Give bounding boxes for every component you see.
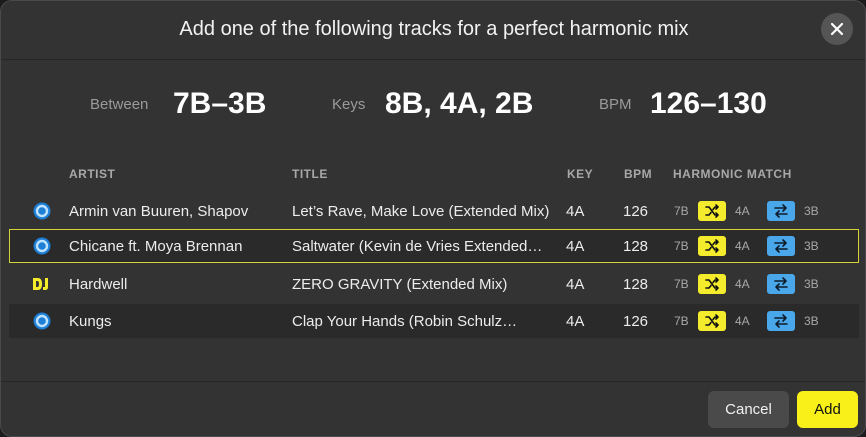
track-artist: Armin van Buuren, Shapov	[69, 203, 249, 220]
shuffle-button[interactable]	[698, 274, 726, 294]
close-button[interactable]	[821, 13, 853, 45]
match-mid-key: 4A	[735, 239, 750, 253]
column-key[interactable]: KEY	[567, 167, 593, 181]
between-label: Between	[90, 96, 149, 113]
harmonic-mix-dialog: Add one of the following tracks for a pe…	[0, 0, 866, 437]
beatport-icon	[33, 237, 51, 255]
track-key: 4A	[566, 238, 585, 255]
match-mid-key: 4A	[735, 314, 750, 328]
close-icon	[830, 22, 844, 36]
harmonic-match: 7B 4A 3B	[674, 201, 854, 221]
harmonic-match: 7B 4A 3B	[674, 274, 854, 294]
track-title: Let’s Rave, Make Love (Extended Mix)	[292, 203, 550, 220]
column-harmonic-match[interactable]: HARMONIC MATCH	[673, 167, 792, 181]
shuffle-button[interactable]	[698, 236, 726, 256]
track-bpm: 126	[623, 313, 649, 330]
match-from-key: 7B	[674, 204, 689, 218]
match-from-key: 7B	[674, 277, 689, 291]
shuffle-icon	[705, 277, 719, 291]
shuffle-button[interactable]	[698, 311, 726, 331]
match-to-key: 3B	[804, 277, 819, 291]
track-artist: Kungs	[69, 313, 112, 330]
cancel-button[interactable]: Cancel	[708, 391, 789, 428]
shuffle-button[interactable]	[698, 201, 726, 221]
harmonic-match: 7B 4A 3B	[674, 236, 854, 256]
bpm-value: 126–130	[650, 87, 767, 120]
swap-arrows-icon	[774, 314, 788, 328]
track-title: ZERO GRAVITY (Extended Mix)	[292, 276, 508, 293]
match-mid-key: 4A	[735, 204, 750, 218]
keys-label: Keys	[332, 96, 366, 113]
beatport-icon	[33, 312, 51, 330]
swap-button[interactable]	[767, 236, 795, 256]
table-row[interactable]: Hardwell ZERO GRAVITY (Extended Mix) 4A …	[9, 267, 859, 301]
dialog-header: Add one of the following tracks for a pe…	[1, 1, 865, 60]
track-artist: Chicane ft. Moya Brennan	[69, 238, 243, 255]
keys-value: 8B, 4A, 2B	[385, 87, 534, 120]
bpm-label: BPM	[599, 96, 632, 113]
swap-button[interactable]	[767, 274, 795, 294]
column-bpm[interactable]: BPM	[624, 167, 652, 181]
track-bpm: 128	[623, 238, 649, 255]
table-row[interactable]: Chicane ft. Moya Brennan Saltwater (Kevi…	[9, 229, 859, 263]
column-title[interactable]: TITLE	[292, 167, 328, 181]
match-to-key: 3B	[804, 314, 819, 328]
track-key: 4A	[566, 276, 585, 293]
dj-logo-icon	[33, 278, 48, 290]
shuffle-icon	[705, 314, 719, 328]
table-row[interactable]: Armin van Buuren, Shapov Let’s Rave, Mak…	[9, 194, 859, 228]
swap-button[interactable]	[767, 201, 795, 221]
track-key: 4A	[566, 203, 585, 220]
dialog-title: Add one of the following tracks for a pe…	[179, 18, 689, 40]
match-from-key: 7B	[674, 239, 689, 253]
shuffle-icon	[705, 239, 719, 253]
match-mid-key: 4A	[735, 277, 750, 291]
swap-arrows-icon	[774, 239, 788, 253]
track-key: 4A	[566, 313, 585, 330]
table-row[interactable]: Kungs Clap Your Hands (Robin Schulz… 4A …	[9, 304, 859, 338]
match-to-key: 3B	[804, 239, 819, 253]
between-value: 7B–3B	[173, 87, 267, 120]
swap-arrows-icon	[774, 277, 788, 291]
add-button[interactable]: Add	[797, 391, 858, 428]
shuffle-icon	[705, 204, 719, 218]
match-from-key: 7B	[674, 314, 689, 328]
track-bpm: 128	[623, 276, 649, 293]
track-title: Saltwater (Kevin de Vries Extended…	[292, 238, 543, 255]
swap-arrows-icon	[774, 204, 788, 218]
track-bpm: 126	[623, 203, 649, 220]
harmonic-match: 7B 4A 3B	[674, 311, 854, 331]
mix-summary: Between 7B–3B Keys 8B, 4A, 2B BPM 126–13…	[1, 87, 865, 127]
column-artist[interactable]: ARTIST	[69, 167, 115, 181]
track-artist: Hardwell	[69, 276, 128, 293]
match-to-key: 3B	[804, 204, 819, 218]
beatport-icon	[33, 202, 51, 220]
track-title: Clap Your Hands (Robin Schulz…	[292, 313, 518, 330]
dialog-footer: Cancel Add	[1, 381, 865, 436]
swap-button[interactable]	[767, 311, 795, 331]
